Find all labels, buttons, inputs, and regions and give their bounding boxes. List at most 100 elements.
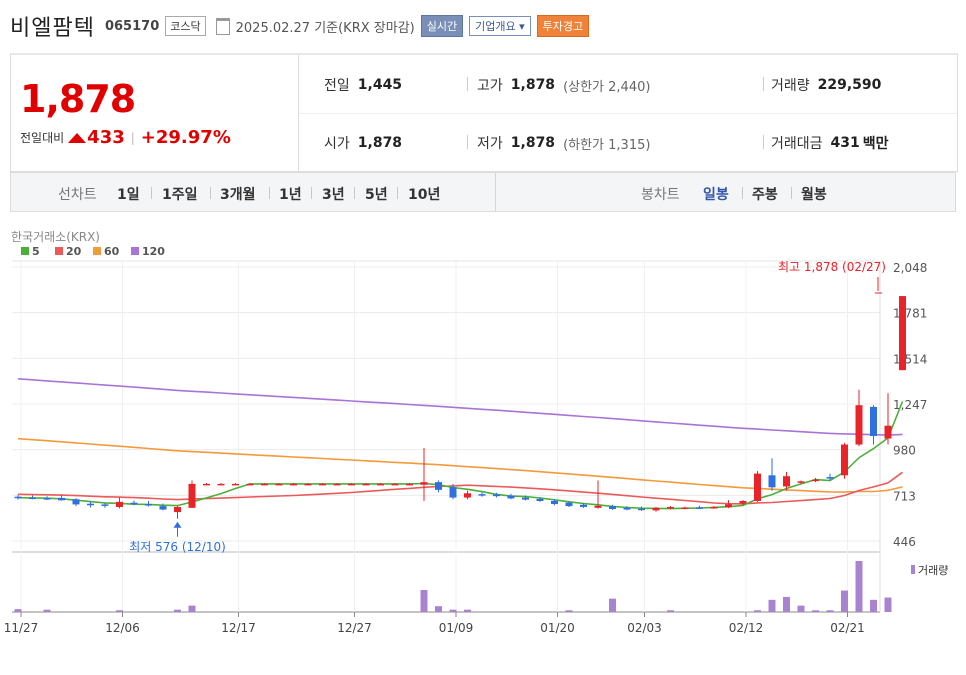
divider xyxy=(311,187,312,199)
volume-label: 거래량 xyxy=(918,564,948,577)
candle-body xyxy=(652,507,660,511)
divider xyxy=(763,77,764,91)
divider xyxy=(467,135,468,149)
volume-bar xyxy=(812,610,819,612)
high-label: 고가 xyxy=(477,78,503,94)
candle-body xyxy=(507,495,515,499)
candle-body xyxy=(768,475,776,488)
volume-bar xyxy=(420,589,428,612)
volume-bar xyxy=(565,610,573,612)
tab-daily[interactable]: 일봉 xyxy=(703,184,729,204)
candle-body xyxy=(478,494,486,496)
candle-body xyxy=(623,507,631,510)
candle-body xyxy=(391,483,399,486)
candle-body xyxy=(130,502,138,505)
volume-bar xyxy=(841,590,848,612)
candle-body xyxy=(870,406,877,436)
candle-body xyxy=(29,497,36,500)
candle-body xyxy=(449,487,457,498)
divider xyxy=(467,77,468,91)
candle-body xyxy=(420,482,428,485)
ma-5-line xyxy=(17,401,904,510)
tab-5y[interactable]: 5년 xyxy=(365,184,388,204)
volume-bar xyxy=(609,598,616,612)
legend-swatch xyxy=(93,247,101,255)
volume-bar xyxy=(667,610,674,612)
candle-body xyxy=(855,405,863,445)
tab-3y[interactable]: 3년 xyxy=(322,184,345,204)
y-tick-label: 713 xyxy=(893,489,916,503)
turnover-summary: 거래대금 431 백만 xyxy=(771,133,889,153)
candle-body xyxy=(783,476,790,487)
candle-body xyxy=(377,483,384,486)
line-chart-label: 선차트 xyxy=(58,187,97,203)
tab-1y[interactable]: 1년 xyxy=(279,184,302,204)
candle-body xyxy=(667,506,674,509)
prev-close-value: 1,445 xyxy=(357,77,403,93)
candle-body xyxy=(797,481,805,483)
price-change: 전일대비 433 | +29.97% xyxy=(20,127,231,148)
price-summary: 1,878 전일대비 433 | +29.97% 전일 1,445 고가 1,8… xyxy=(10,53,958,172)
x-tick-label: 02/12 xyxy=(729,621,764,635)
investment-warning-badge[interactable]: 투자경고 xyxy=(536,15,590,37)
candle-body xyxy=(159,506,167,510)
candle-body xyxy=(884,425,892,439)
current-price: 1,878 xyxy=(20,77,136,121)
tab-3m[interactable]: 3개월 xyxy=(220,184,256,204)
legend-swatch xyxy=(55,247,63,255)
volume-bar xyxy=(43,609,51,612)
stock-header: 비엘팜텍 065170 코스닥 2025.02.27 기준(KRX 장마감) 실… xyxy=(10,8,590,44)
candle-body xyxy=(261,483,268,486)
company-overview-button[interactable]: 기업개요 ▾ xyxy=(469,16,531,36)
candle-chart-label: 봉차트 xyxy=(641,187,680,203)
candle-body xyxy=(232,483,239,486)
candle-body xyxy=(710,506,718,509)
candlestick-chart[interactable]: 한국거래소(KRX)5 20 60 120 2,048 1,781 1,514 1,247 98… xyxy=(0,215,966,645)
candle-body xyxy=(841,444,848,476)
candle-body xyxy=(362,483,370,486)
candle-body xyxy=(565,502,573,507)
candle-body xyxy=(739,500,747,504)
low-label: 저가 xyxy=(477,136,503,152)
volume-bar xyxy=(435,606,442,612)
candle-body xyxy=(812,479,819,482)
y-tick-label: 446 xyxy=(893,535,916,549)
tab-10y[interactable]: 10년 xyxy=(408,184,440,204)
open-value: 1,878 xyxy=(357,135,403,151)
open-label: 시가 xyxy=(324,136,350,152)
legend-label: 60 xyxy=(104,245,120,258)
market-badge: 코스닥 xyxy=(165,16,206,36)
realtime-button[interactable]: 실시간 xyxy=(420,15,464,37)
volume-label: 거래량 xyxy=(771,78,810,94)
candle-body xyxy=(319,483,326,486)
divider xyxy=(269,187,270,199)
candle-body xyxy=(754,473,761,501)
up-arrow-icon xyxy=(68,132,87,143)
current-price-panel: 1,878 전일대비 433 | +29.97% xyxy=(11,55,299,171)
divider xyxy=(742,187,743,199)
candle-body xyxy=(551,500,558,505)
tab-1w[interactable]: 1주일 xyxy=(162,184,198,204)
candle-body xyxy=(145,504,152,506)
volume-bar xyxy=(116,610,123,612)
turnover-value: 431 xyxy=(830,135,860,151)
candle-body xyxy=(696,507,703,509)
candle-body xyxy=(116,501,123,507)
x-tick-label: 12/17 xyxy=(221,621,256,635)
volume-bar xyxy=(464,609,471,612)
y-tick-label: 980 xyxy=(893,444,916,458)
candle-body xyxy=(899,296,906,371)
legend-swatch xyxy=(21,247,29,255)
candle-body xyxy=(87,503,94,506)
candle-body xyxy=(275,483,283,486)
candle-body xyxy=(101,504,109,506)
stock-name: 비엘팜텍 xyxy=(10,16,95,41)
legend-swatch xyxy=(911,565,915,574)
candle-body xyxy=(638,508,645,511)
divider xyxy=(299,113,957,114)
volume-bar xyxy=(797,605,805,612)
tab-monthly[interactable]: 월봉 xyxy=(801,184,827,204)
legend-swatch xyxy=(131,247,139,255)
tab-weekly[interactable]: 주봉 xyxy=(752,184,778,204)
tab-1d[interactable]: 1일 xyxy=(117,184,140,204)
